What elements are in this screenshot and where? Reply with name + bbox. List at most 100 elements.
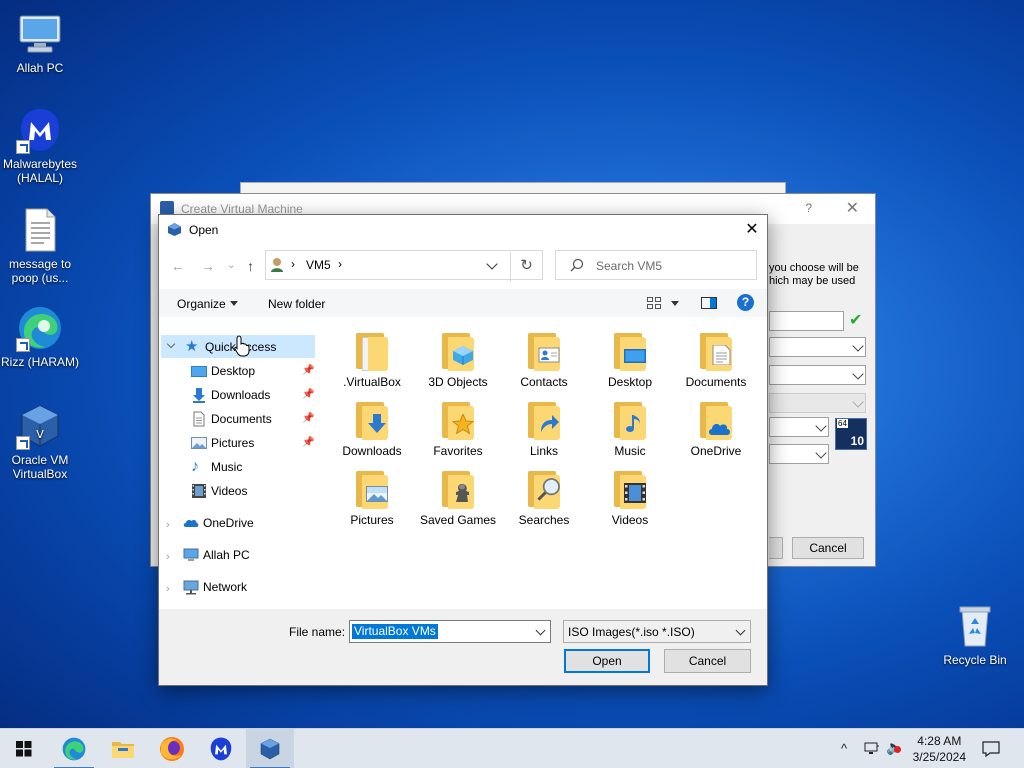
address-dropdown-chevron-icon[interactable] bbox=[486, 258, 498, 270]
taskbar-malwarebytes[interactable] bbox=[197, 729, 245, 768]
file-item-videos[interactable]: Videos bbox=[587, 469, 673, 528]
file-item-contacts[interactable]: Contacts bbox=[501, 331, 587, 390]
expand-chevron-icon[interactable]: › bbox=[166, 551, 170, 563]
file-item-3d-objects[interactable]: 3D Objects bbox=[415, 331, 501, 390]
edition-select bbox=[769, 393, 866, 413]
up-arrow-icon[interactable]: ↑ bbox=[247, 258, 254, 274]
organize-chevron-icon bbox=[230, 301, 238, 306]
pin-icon[interactable]: 📌 bbox=[302, 437, 314, 448]
malwarebytes-icon bbox=[16, 106, 64, 154]
forward-arrow-icon[interactable]: → bbox=[201, 258, 215, 274]
file-item-documents[interactable]: Documents bbox=[673, 331, 759, 390]
help-icon[interactable]: ? bbox=[737, 294, 754, 311]
file-item-pictures[interactable]: Pictures bbox=[329, 469, 415, 528]
system-clock[interactable]: 4:28 AM 3/25/2024 bbox=[913, 733, 966, 765]
expand-chevron-icon[interactable]: › bbox=[166, 519, 170, 531]
computer-icon bbox=[16, 10, 64, 58]
open-button[interactable]: Open bbox=[564, 649, 650, 673]
desktop-icon-virtualbox[interactable]: V Oracle VM VirtualBox bbox=[0, 402, 80, 481]
address-bar[interactable]: › VM5 › ↻ bbox=[265, 250, 543, 282]
file-item-downloads[interactable]: Downloads bbox=[329, 400, 415, 459]
expand-chevron-icon[interactable]: › bbox=[166, 583, 170, 595]
desktop-icon-label: Allah PC bbox=[16, 61, 64, 75]
folder-select[interactable] bbox=[769, 337, 866, 357]
file-item-desktop[interactable]: Desktop bbox=[587, 331, 673, 390]
file-name-label: File name: bbox=[289, 625, 346, 639]
network-icon[interactable] bbox=[864, 742, 880, 756]
search-icon bbox=[570, 258, 584, 275]
search-placeholder: Search VM5 bbox=[596, 259, 663, 273]
close-icon[interactable]: ✕ bbox=[737, 215, 767, 245]
folder-icon bbox=[440, 469, 476, 509]
edge-browser-icon bbox=[62, 737, 86, 761]
cancel-button[interactable]: Cancel bbox=[664, 649, 751, 673]
file-explorer-icon bbox=[112, 742, 134, 758]
file-item-virtualbox[interactable]: .VirtualBox bbox=[329, 331, 415, 390]
iso-image-select[interactable] bbox=[769, 365, 866, 385]
cloud-icon bbox=[183, 515, 199, 531]
desktop-icon-edge[interactable]: Rizz (HARAM) bbox=[0, 304, 80, 369]
organize-menu-button[interactable]: Organize bbox=[177, 297, 226, 311]
taskbar-file-explorer[interactable] bbox=[99, 729, 147, 768]
pin-icon[interactable]: 📌 bbox=[302, 365, 314, 376]
desktop-icon-recycle-bin[interactable]: Recycle Bin bbox=[935, 602, 1015, 667]
clock-time: 4:28 AM bbox=[917, 734, 962, 748]
taskbar: ^ 🔈 4:28 AM 3/25/2024 bbox=[0, 728, 1024, 768]
volume-muted-icon[interactable]: 🔈 bbox=[886, 739, 903, 756]
taskbar-edge[interactable] bbox=[50, 729, 98, 768]
search-box[interactable]: Search VM5 bbox=[555, 250, 757, 280]
folder-icon bbox=[354, 331, 390, 371]
tray-overflow-chevron-icon[interactable]: ^ bbox=[841, 741, 847, 756]
file-item-music[interactable]: Music bbox=[587, 400, 673, 459]
file-name-dropdown-chevron-icon[interactable] bbox=[535, 625, 546, 636]
desktop-icon-this-pc[interactable]: Allah PC bbox=[0, 10, 80, 75]
taskbar-firefox[interactable] bbox=[148, 729, 196, 768]
help-button[interactable]: ? bbox=[805, 201, 812, 215]
recent-locations-chevron-icon[interactable]: ⌄ bbox=[227, 260, 235, 271]
vm-name-field[interactable] bbox=[769, 311, 844, 331]
pin-icon[interactable]: 📌 bbox=[302, 413, 314, 424]
file-name-selected-text: VirtualBox VMs bbox=[352, 624, 438, 639]
view-options-icon[interactable] bbox=[647, 297, 661, 309]
file-item-onedrive[interactable]: OneDrive bbox=[673, 400, 759, 459]
desktop-icon-label: Malwarebytes (HALAL) bbox=[2, 157, 78, 185]
type-select[interactable] bbox=[769, 417, 829, 437]
breadcrumb-folder[interactable]: VM5 bbox=[306, 258, 331, 272]
recycle-bin-icon bbox=[951, 602, 999, 650]
desktop-icon-text-file[interactable]: message to poop (us... bbox=[0, 206, 80, 285]
pin-icon[interactable]: 📌 bbox=[302, 389, 314, 400]
breadcrumb-separator[interactable]: › bbox=[338, 257, 342, 271]
description-text-line: hich may be used bbox=[769, 275, 856, 287]
back-arrow-icon[interactable]: ← bbox=[171, 258, 185, 274]
bg-partial-button[interactable] bbox=[769, 537, 783, 559]
file-name-input[interactable]: VirtualBox VMs bbox=[349, 620, 551, 643]
virtualbox-icon: V bbox=[16, 402, 64, 450]
file-item-favorites[interactable]: Favorites bbox=[415, 400, 501, 459]
folder-icon bbox=[698, 400, 734, 440]
taskbar-virtualbox[interactable] bbox=[246, 729, 294, 768]
notification-center-icon[interactable] bbox=[982, 741, 1000, 757]
preview-pane-icon[interactable] bbox=[701, 297, 717, 309]
close-icon[interactable]: ✕ bbox=[846, 198, 859, 218]
file-item-saved-games[interactable]: Saved Games bbox=[415, 469, 501, 528]
clock-date: 3/25/2024 bbox=[912, 750, 966, 764]
document-icon bbox=[191, 411, 207, 427]
bg-cancel-button[interactable]: Cancel bbox=[792, 537, 864, 559]
desktop-icon-malwarebytes[interactable]: Malwarebytes (HALAL) bbox=[0, 106, 80, 185]
open-file-dialog[interactable]: Open ✕ ← → ⌄ ↑ › VM5 › ↻ Search VM5 Orga… bbox=[158, 214, 768, 686]
start-button[interactable] bbox=[0, 729, 48, 768]
file-item-searches[interactable]: Searches bbox=[501, 469, 587, 528]
firefox-icon bbox=[160, 737, 184, 761]
command-toolbar: Organize New folder ? bbox=[159, 289, 767, 317]
new-folder-button[interactable]: New folder bbox=[268, 297, 325, 311]
folder-icon bbox=[526, 400, 562, 440]
file-item-links[interactable]: Links bbox=[501, 400, 587, 459]
view-options-chevron-icon[interactable] bbox=[671, 301, 679, 306]
version-select[interactable] bbox=[769, 444, 829, 464]
open-dialog-titlebar: Open ✕ bbox=[159, 215, 767, 245]
shortcut-arrow-icon bbox=[16, 436, 30, 450]
dialog-footer: File name: VirtualBox VMs ISO Images(*.i… bbox=[159, 609, 767, 685]
refresh-icon[interactable]: ↻ bbox=[510, 252, 542, 282]
file-type-select[interactable]: ISO Images(*.iso *.ISO) bbox=[563, 620, 751, 643]
desktop-icon-label: Oracle VM VirtualBox bbox=[11, 453, 69, 481]
